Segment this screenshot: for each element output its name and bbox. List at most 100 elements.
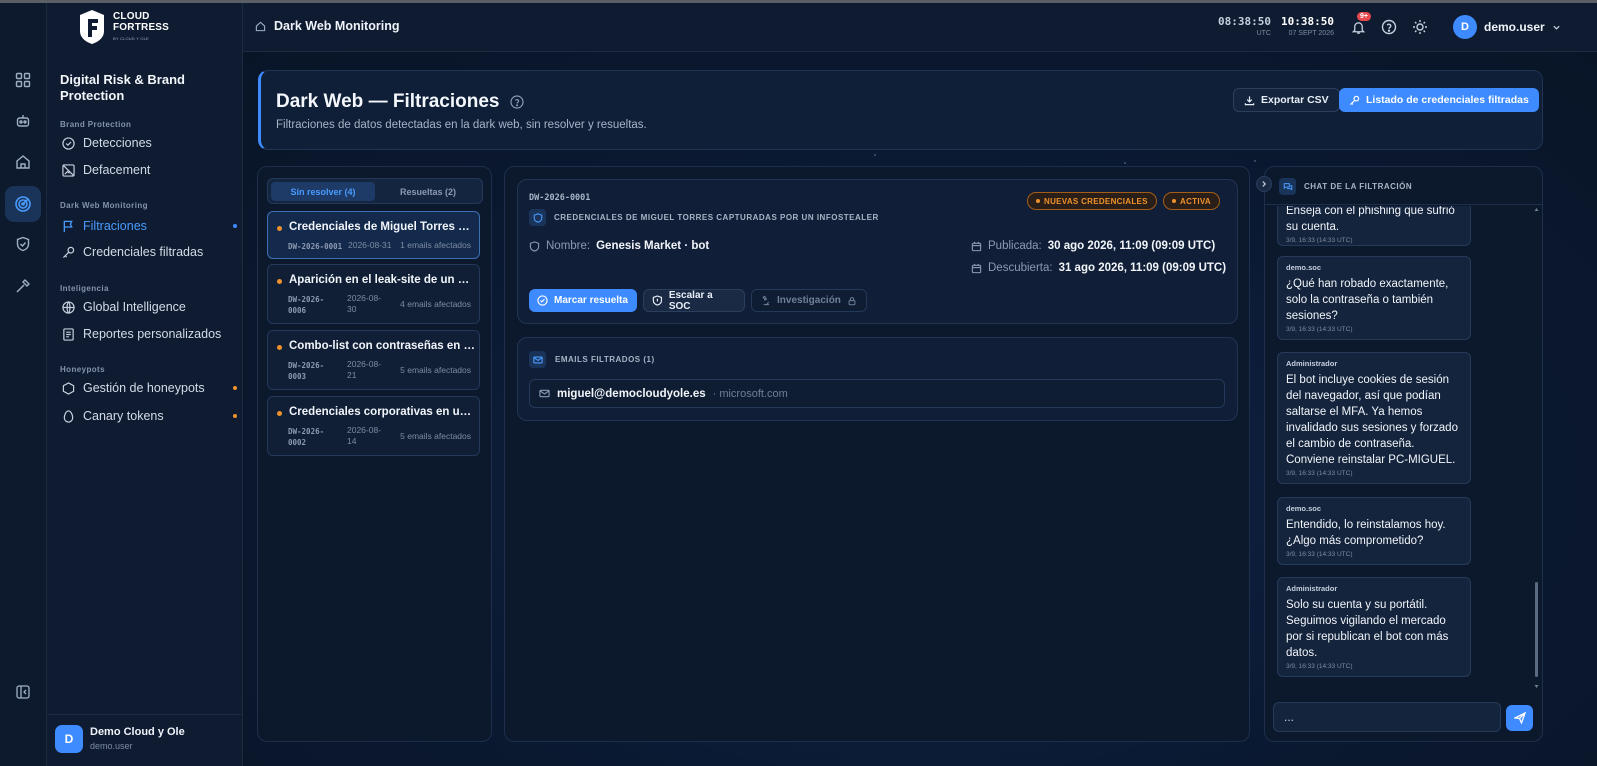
sidebar-item-credenciales[interactable]: Credenciales filtradas bbox=[61, 242, 237, 262]
leaked-credentials-list-label: Listado de credenciales filtradas bbox=[1366, 94, 1529, 106]
breadcrumb: Dark Web Monitoring bbox=[255, 19, 399, 33]
chat-scrollbar[interactable] bbox=[1534, 207, 1539, 689]
chat-message-input[interactable]: ... bbox=[1273, 702, 1501, 732]
breadcrumb-label: Dark Web Monitoring bbox=[274, 19, 400, 33]
meta-discovered: Descubierta: 31 ago 2026, 11:09 (09:09 U… bbox=[971, 262, 1226, 274]
mark-resolved-button[interactable]: Marcar resuelta bbox=[529, 289, 637, 312]
bot-icon[interactable] bbox=[12, 110, 34, 132]
section-dark-web-monitoring: Dark Web Monitoring bbox=[60, 201, 148, 210]
flag-icon bbox=[61, 219, 75, 233]
sidebar-item-filtraciones[interactable]: Filtraciones bbox=[61, 216, 237, 236]
meta-published-label: Publicada: bbox=[988, 240, 1042, 252]
escalate-soc-button[interactable]: Escalar a SOC bbox=[643, 289, 745, 312]
chat-message-author: demo.soc bbox=[1286, 504, 1322, 513]
escalate-soc-label: Escalar a SOC bbox=[668, 289, 713, 312]
list-item-title: Combo-list con contraseñas en foro bbox=[289, 340, 475, 352]
brand-logo[interactable]: CLOUD FORTRESS BY CLOUD Y OLE bbox=[77, 9, 169, 45]
chat-message-author: demo.soc bbox=[1286, 263, 1322, 272]
chevron-right-icon bbox=[1262, 181, 1267, 187]
utc-clock: 08:38:50 UTC bbox=[1218, 15, 1271, 37]
chat-message-time: 3/9, 16:33 (14:33 UTC) bbox=[1286, 470, 1353, 477]
meta-published-value: 30 ago 2026, 11:09 (09:09 UTC) bbox=[1047, 240, 1216, 252]
investigation-label: Investigación bbox=[777, 295, 841, 306]
leaked-credentials-list-button[interactable]: Listado de credenciales filtradas bbox=[1339, 88, 1539, 112]
list-item-emails: 4 emails afectados bbox=[400, 299, 471, 309]
user-avatar: D bbox=[1453, 15, 1477, 39]
emails-heading-text: EMAILS FILTRADOS (1) bbox=[555, 355, 655, 364]
local-clock: 10:38:50 07 SEPT 2026 bbox=[1281, 15, 1334, 37]
lock-icon bbox=[848, 296, 856, 305]
sidebar-item-label: Filtraciones bbox=[83, 219, 147, 233]
sidebar-item-label: Gestión de honeypots bbox=[83, 381, 205, 395]
grid-icon[interactable] bbox=[12, 69, 34, 91]
chat-message-partial: Enseja con el phishing que sufrió su cue… bbox=[1277, 206, 1471, 246]
sidebar-item-reportes[interactable]: Reportes personalizados bbox=[61, 324, 237, 344]
sidebar-item-detecciones[interactable]: Detecciones bbox=[61, 133, 237, 153]
chat-message-time: 3/9, 16:33 (14:33 UTC) bbox=[1286, 663, 1353, 670]
sidebar-item-gestion-honeypots[interactable]: Gestión de honeypots bbox=[61, 378, 237, 398]
status-tabs: Sin resolver (4) Resueltas (2) bbox=[267, 178, 483, 204]
leak-heading-text: CREDENCIALES DE MIGUEL TORRES CAPTURADAS… bbox=[554, 213, 879, 222]
radar-icon[interactable] bbox=[5, 186, 41, 222]
home-icon bbox=[255, 21, 266, 31]
chat-message: Administrador Solo su cuenta y su portát… bbox=[1277, 577, 1471, 677]
help-icon[interactable] bbox=[1380, 18, 1398, 36]
chat-title-text: CHAT DE LA FILTRACIÓN bbox=[1304, 182, 1413, 191]
sidebar-item-canary-tokens[interactable]: Canary tokens bbox=[61, 406, 237, 426]
status-dot bbox=[277, 411, 282, 416]
chat-message-author: Administrador bbox=[1286, 584, 1338, 593]
local-date: 07 SEPT 2026 bbox=[1288, 30, 1334, 37]
investigation-button[interactable]: Investigación bbox=[751, 289, 867, 312]
sidebar-item-label: Reportes personalizados bbox=[83, 327, 222, 341]
hexagon-icon bbox=[61, 381, 75, 395]
tab-resueltas[interactable]: Resueltas (2) bbox=[376, 182, 480, 201]
section-brand-protection: Brand Protection bbox=[60, 120, 132, 129]
calendar-icon bbox=[971, 241, 982, 251]
sidebar-item-global-intelligence[interactable]: Global Intelligence bbox=[61, 297, 237, 317]
mail-icon bbox=[539, 389, 550, 398]
tab-sin-resolver[interactable]: Sin resolver (4) bbox=[271, 182, 375, 201]
email-row[interactable]: miguel@democloudyole.es · microsoft.com bbox=[529, 379, 1225, 408]
sidebar-title: Digital Risk & Brand Protection bbox=[60, 72, 185, 103]
bg-star bbox=[874, 154, 876, 156]
leaked-email: miguel@democloudyole.es bbox=[557, 387, 706, 400]
account-footer[interactable]: D Demo Cloud y Ole demo.user bbox=[47, 714, 243, 766]
collapse-chat-button[interactable] bbox=[1256, 176, 1272, 192]
list-item-emails: 5 emails afectados bbox=[400, 431, 471, 441]
list-item-title: Aparición en el leak-site de un grupo de… bbox=[289, 274, 475, 286]
help-icon[interactable] bbox=[509, 95, 524, 109]
list-item-date: 2026-08- 21 bbox=[347, 359, 382, 380]
username: demo.user bbox=[1484, 20, 1545, 34]
chat-message: demo.soc Entendido, lo reinstalamos hoy.… bbox=[1277, 497, 1471, 565]
send-button[interactable] bbox=[1506, 705, 1533, 731]
list-item-title: Credenciales de Miguel Torres capturadas… bbox=[289, 221, 475, 233]
sidebar: CLOUD FORTRESS BY CLOUD Y OLE Digital Ri… bbox=[47, 3, 243, 766]
shield-icon bbox=[529, 240, 540, 252]
status-dot bbox=[233, 414, 237, 418]
home-icon[interactable] bbox=[12, 151, 34, 173]
check-circle-icon bbox=[537, 295, 548, 306]
chat-message-text: Entendido, lo reinstalamos hoy. ¿Algo má… bbox=[1286, 519, 1446, 547]
list-item-date: 2026-08- 14 bbox=[347, 425, 382, 446]
calendar-icon bbox=[971, 263, 982, 273]
user-menu[interactable]: D demo.user bbox=[1453, 15, 1561, 39]
page-subtitle: Filtraciones de datos detectadas en la d… bbox=[276, 119, 647, 131]
list-item-id: DW-2026-0001 bbox=[288, 242, 343, 251]
list-item[interactable]: Aparición en el leak-site de un grupo de… bbox=[267, 264, 480, 324]
sidebar-item-defacement[interactable]: Defacement bbox=[61, 160, 237, 180]
list-item-id: DW-2026- 0002 bbox=[288, 427, 325, 447]
status-dot bbox=[277, 345, 282, 350]
meta-discovered-value: 31 ago 2026, 11:09 (09:09 UTC) bbox=[1058, 262, 1227, 274]
utc-time: 08:38:50 bbox=[1218, 15, 1271, 28]
list-item[interactable]: Credenciales de Miguel Torres capturadas… bbox=[267, 211, 480, 259]
collapse-sidebar-icon[interactable] bbox=[12, 681, 34, 703]
list-item[interactable]: Combo-list con contraseñas en foro DW-20… bbox=[267, 330, 480, 390]
shield-check-icon[interactable] bbox=[12, 233, 34, 255]
export-csv-button[interactable]: Exportar CSV bbox=[1233, 88, 1340, 112]
shield-icon bbox=[652, 295, 663, 306]
chat-message: demo.soc ¿Qué han robado exactamente, so… bbox=[1277, 256, 1471, 340]
list-item-date: 2026-08-31 bbox=[348, 240, 392, 250]
theme-sun-icon[interactable] bbox=[1411, 18, 1429, 36]
hammer-icon[interactable] bbox=[12, 275, 34, 297]
list-item[interactable]: Credenciales corporativas en un mercado … bbox=[267, 396, 480, 456]
